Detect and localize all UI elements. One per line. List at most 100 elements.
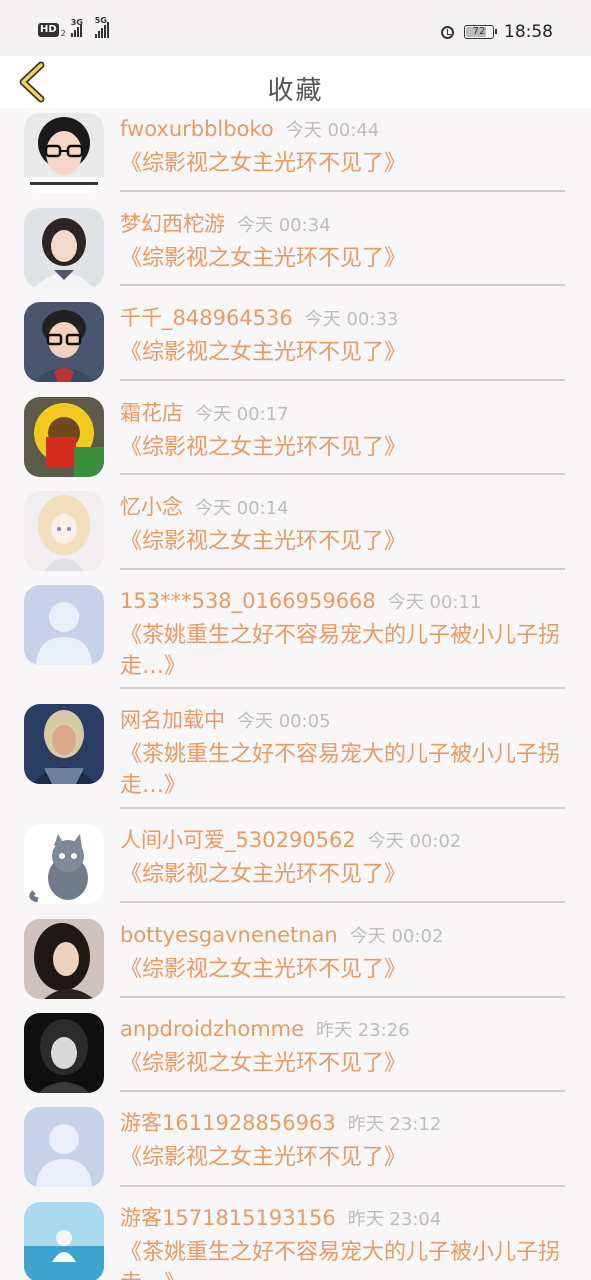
clock: 18:58 [504,22,553,42]
user-name[interactable]: 153***538_0166959668 [120,589,376,613]
item-meta: 153***538_0166959668 今天 00:11 [120,586,565,616]
item-meta: 忆小念 今天 00:14 [120,492,565,522]
avatar-image [24,704,104,784]
avatar[interactable] [24,1107,104,1187]
avatar[interactable] [24,1013,104,1093]
divider [120,1090,565,1092]
timestamp: 今天 00:11 [387,592,482,613]
novel-title[interactable]: 《综影视之女主光环不见了》 [120,954,565,985]
avatar-image [24,397,104,477]
user-name[interactable]: 忆小念 [120,495,183,519]
timestamp: 今天 00:02 [349,926,444,947]
avatar-image [24,1013,104,1093]
divider [120,996,565,998]
user-name[interactable]: anpdroidzhomme [120,1017,304,1041]
timestamp: 今天 00:44 [285,120,380,141]
divider [120,190,565,192]
signal-indicators: HD 2 3G 5G [38,16,109,38]
item-text: 游客1571815193156 昨天 23:04 《茶姚重生之好不容易宠大的儿子被小… [120,1203,565,1280]
avatar-image [24,302,104,382]
item-meta: 千千_848964536 今天 00:33 [120,303,565,333]
net-label-5g: 5G [94,16,107,25]
net-label-3g: 3G [70,17,83,27]
avatar[interactable] [24,824,104,904]
avatar-image [24,1202,104,1280]
favorites-list: fwoxurbblboko 今天 00:44 《综影视之女主光环不见了》 梦幻西柁游今… [0,108,591,1280]
novel-title[interactable]: 《茶姚重生之好不容易宠大的儿子被小儿子拐走…》 [120,739,565,801]
item-text: 网名加载中 今天 00:05 《茶姚重生之好不容易宠大的儿子被小儿子拐走…》 [120,705,565,801]
item-text: 千千_848964536 今天 00:33 《综影视之女主光环不见了》 [120,303,565,368]
novel-title[interactable]: 《综影视之女主光环不见了》 [120,243,565,274]
user-name[interactable]: 人间小可爱_530290562 [120,828,356,852]
status-right: 72 18:58 [441,22,553,42]
novel-title[interactable]: 《综影视之女主光环不见了》 [120,432,565,463]
item-meta: 人间小可爱_530290562 今天 00:02 [120,825,565,855]
avatar[interactable] [24,919,104,999]
timestamp: 今天 00:33 [304,309,399,330]
novel-title[interactable]: 《综影视之女主光环不见了》 [120,1142,565,1173]
hd-sub-label: 2 [60,28,66,38]
header: 收藏 [0,56,591,108]
avatar-image [24,1107,104,1187]
avatar[interactable] [24,585,104,665]
user-name[interactable]: 千千_848964536 [120,306,293,330]
avatar[interactable] [24,397,104,477]
divider [120,379,565,381]
user-name[interactable]: 游客1571815193156 [120,1206,336,1230]
alarm-icon [441,25,454,39]
timestamp: 昨天 23:04 [347,1209,442,1230]
user-name[interactable]: bottyesgavnenetnan [120,923,338,947]
divider [120,1185,565,1187]
item-text: bottyesgavnenetnan 今天 00:02 《综影视之女主光环不见了》 [120,920,565,985]
timestamp: 今天 00:34 [237,215,331,236]
divider [120,901,565,903]
timestamp: 今天 00:17 [195,404,289,425]
divider [120,687,565,689]
signal-3g-icon: 3G [70,18,83,37]
novel-title[interactable]: 《综影视之女主光环不见了》 [120,526,565,557]
page-title: 收藏 [267,76,324,106]
divider [120,284,565,286]
avatar[interactable] [24,704,104,784]
item-meta: fwoxurbblboko 今天 00:44 [120,114,565,144]
divider [120,473,565,475]
novel-title[interactable]: 《综影视之女主光环不见了》 [120,337,565,368]
divider [120,807,565,809]
item-text: 霜花店 今天 00:17 《综影视之女主光环不见了》 [120,398,565,463]
item-meta: 霜花店 今天 00:17 [120,398,565,428]
signal-5g-icon: 5G [94,16,109,38]
item-text: 人间小可爱_530290562 今天 00:02 《综影视之女主光环不见了》 [120,825,565,890]
novel-title[interactable]: 《综影视之女主光环不见了》 [120,148,565,179]
avatar[interactable] [24,208,104,288]
avatar[interactable] [24,302,104,382]
hd-badge: HD [38,23,59,37]
avatar-image [24,919,104,999]
item-text: 153***538_0166959668 今天 00:11 《茶姚重生之好不容易宠大… [120,586,565,682]
user-name[interactable]: fwoxurbblboko [120,117,274,141]
novel-title[interactable]: 《综影视之女主光环不见了》 [120,1048,565,1079]
battery-level: 72 [472,26,486,37]
item-meta: anpdroidzhomme 昨天 23:26 [120,1014,565,1044]
avatar[interactable] [24,1202,104,1280]
item-text: 忆小念 今天 00:14 《综影视之女主光环不见了》 [120,492,565,557]
avatar[interactable] [24,491,104,571]
user-name[interactable]: 梦幻西柁游 [120,212,225,236]
status-bar: HD 2 3G 5G 72 18:58 [0,0,591,56]
item-text: fwoxurbblboko 今天 00:44 《综影视之女主光环不见了》 [120,114,565,179]
novel-title[interactable]: 《综影视之女主光环不见了》 [120,859,565,890]
timestamp: 今天 00:14 [195,498,289,519]
timestamp: 今天 00:05 [237,711,331,732]
item-text: 梦幻西柁游 今天 00:34 《综影视之女主光环不见了》 [120,209,565,274]
avatar-image [24,208,104,288]
user-name[interactable]: 游客1611928856963 [120,1111,336,1135]
user-name[interactable]: 霜花店 [120,401,183,425]
timestamp: 昨天 23:12 [347,1114,442,1135]
avatar-image [24,491,104,571]
item-text: 游客1611928856963 昨天 23:12 《综影视之女主光环不见了》 [120,1108,565,1173]
item-meta: bottyesgavnenetnan 今天 00:02 [120,920,565,950]
avatar[interactable] [24,113,104,193]
novel-title[interactable]: 《茶姚重生之好不容易宠大的儿子被小儿子拐走…》 [120,1237,565,1280]
item-meta: 游客1571815193156 昨天 23:04 [120,1203,565,1233]
user-name[interactable]: 网名加载中 [120,708,225,732]
novel-title[interactable]: 《茶姚重生之好不容易宠大的儿子被小儿子拐走…》 [120,620,565,682]
